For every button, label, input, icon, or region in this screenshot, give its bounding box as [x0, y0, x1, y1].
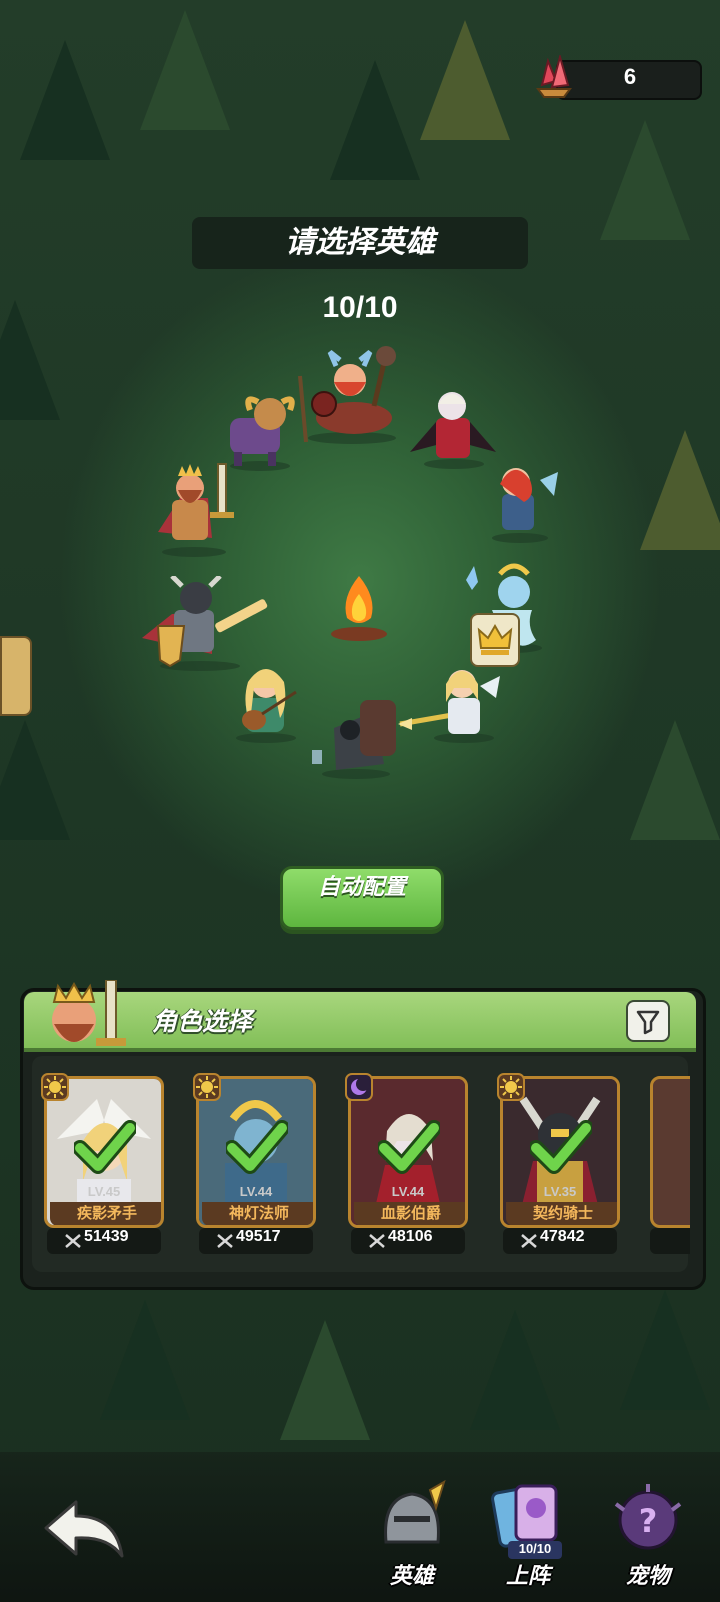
leader-crown-badge [470, 613, 520, 667]
hero-power: 49517 [236, 1228, 281, 1245]
back-arrow-icon[interactable] [38, 1494, 128, 1564]
hero-card-partial[interactable] [650, 1076, 690, 1256]
filter-button[interactable] [626, 1000, 670, 1042]
page-title: 请选择英雄 [192, 217, 528, 269]
vampire-hero[interactable] [408, 384, 500, 470]
crown-icon [477, 624, 513, 655]
tree [330, 60, 420, 180]
side-scroll-tab[interactable] [0, 636, 32, 716]
hero-card[interactable]: LV.35 契约骑士 47842 [497, 1073, 620, 1256]
tree [0, 300, 60, 420]
team-count: 10/10 [322, 291, 398, 324]
selected-check-icon [226, 1120, 288, 1174]
dwarf-boar-rider-hero[interactable] [290, 346, 410, 446]
hero-power: 47842 [540, 1228, 585, 1245]
nav-pets-label: 宠物 [625, 1564, 670, 1589]
lineup-count-badge: 10/10 [508, 1541, 562, 1559]
hero-card[interactable]: LV.44 血影伯爵 48106 [345, 1073, 468, 1256]
knight-helmet-icon [384, 1480, 446, 1544]
hero-name: 疾影矛手 [50, 1202, 161, 1225]
crossed-swords-icon [65, 1234, 81, 1248]
tree [470, 1310, 560, 1430]
panel-title: 角色选择 [152, 1007, 253, 1036]
nav-lineup[interactable]: 10/10 上阵 [478, 1480, 578, 1590]
sun-element-icon [193, 1073, 221, 1101]
tree [620, 1290, 710, 1410]
hero-name: 神灯法师 [202, 1202, 313, 1225]
currency-amount: 6 [623, 64, 637, 89]
nav-heroes-label: 英雄 [389, 1564, 434, 1589]
campfire-icon [331, 576, 387, 641]
hero-card[interactable]: LV.45 疾影矛手 51439 [41, 1073, 164, 1256]
tree [20, 40, 110, 160]
king-portrait-icon [52, 980, 126, 1046]
hero-level: LV.45 [87, 1184, 121, 1199]
tree [630, 720, 720, 840]
selected-check-icon [378, 1120, 440, 1174]
contract-knight-hero[interactable] [138, 576, 278, 672]
tree [600, 120, 690, 240]
crossed-swords-icon [369, 1234, 385, 1248]
tree [280, 1320, 370, 1440]
crossed-swords-icon [217, 1234, 233, 1248]
hero-card[interactable]: LV.44 神灯法师 49517 [193, 1073, 316, 1256]
nav-pets[interactable]: ? 宠物 [598, 1480, 698, 1590]
hero-power: 48106 [388, 1228, 433, 1245]
nav-heroes[interactable]: 英雄 [362, 1480, 462, 1590]
tree [0, 720, 70, 840]
red-haired-rogue-hero[interactable] [480, 460, 564, 544]
red-crystal-icon [536, 55, 572, 98]
tree [640, 430, 720, 550]
tree [140, 10, 230, 130]
selected-check-icon [74, 1120, 136, 1174]
sun-element-icon [41, 1073, 69, 1101]
svg-text:?: ? [639, 1502, 658, 1540]
ram-beast-hero[interactable] [220, 380, 300, 472]
king-swordsman-hero[interactable] [148, 462, 248, 558]
filter-icon [636, 1010, 660, 1035]
selected-check-icon [530, 1120, 592, 1174]
dark-reaper-hero[interactable] [304, 700, 404, 780]
bard-hero[interactable] [222, 662, 312, 744]
tree [420, 20, 510, 140]
hero-level: LV.44 [391, 1184, 425, 1199]
spear-hero[interactable] [398, 662, 508, 744]
hero-name: 血影伯爵 [354, 1202, 465, 1225]
mystery-egg-icon: ? [614, 1484, 682, 1550]
hero-level: LV.35 [543, 1184, 577, 1199]
hero-power: 51439 [84, 1228, 129, 1245]
tree [100, 1300, 190, 1420]
moon-element-icon [345, 1073, 373, 1101]
hero-name: 契约骑士 [506, 1202, 617, 1225]
crossed-swords-icon [521, 1234, 537, 1248]
sun-element-icon [497, 1073, 525, 1101]
nav-lineup-label: 上阵 [505, 1564, 550, 1589]
hero-level: LV.44 [239, 1184, 273, 1199]
auto-configure-button[interactable]: 自动配置 [280, 866, 444, 930]
